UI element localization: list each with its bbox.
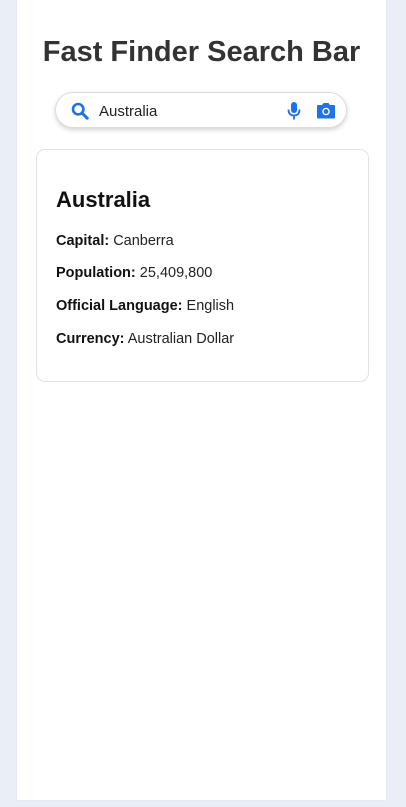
language-value: English — [186, 298, 235, 314]
language-label: Official Language: — [56, 298, 183, 314]
currency-value: Australian Dollar — [127, 331, 235, 347]
population-row: Population: 25,409,800 — [56, 265, 212, 281]
page-title: Fast Finder Search Bar — [42, 36, 361, 68]
result-card: Australia Capital: Canberra Population: … — [36, 149, 369, 382]
camera-icon[interactable] — [316, 102, 336, 120]
microphone-icon[interactable] — [286, 101, 302, 121]
currency-label: Currency: — [56, 331, 125, 347]
capital-label: Capital: — [56, 233, 110, 249]
language-row: Official Language: English — [56, 298, 234, 314]
result-title: Australia — [56, 187, 151, 212]
population-value: 25,409,800 — [139, 265, 213, 281]
population-label: Population: — [56, 265, 136, 281]
search-input[interactable] — [99, 100, 279, 122]
currency-row: Currency: Australian Dollar — [56, 331, 234, 347]
search-icon — [71, 102, 89, 120]
capital-row: Capital: Canberra — [56, 233, 174, 249]
search-bar — [55, 92, 347, 128]
capital-value: Canberra — [113, 233, 174, 249]
page-container: Fast Finder Search Bar Australia Austral… — [17, 0, 386, 800]
